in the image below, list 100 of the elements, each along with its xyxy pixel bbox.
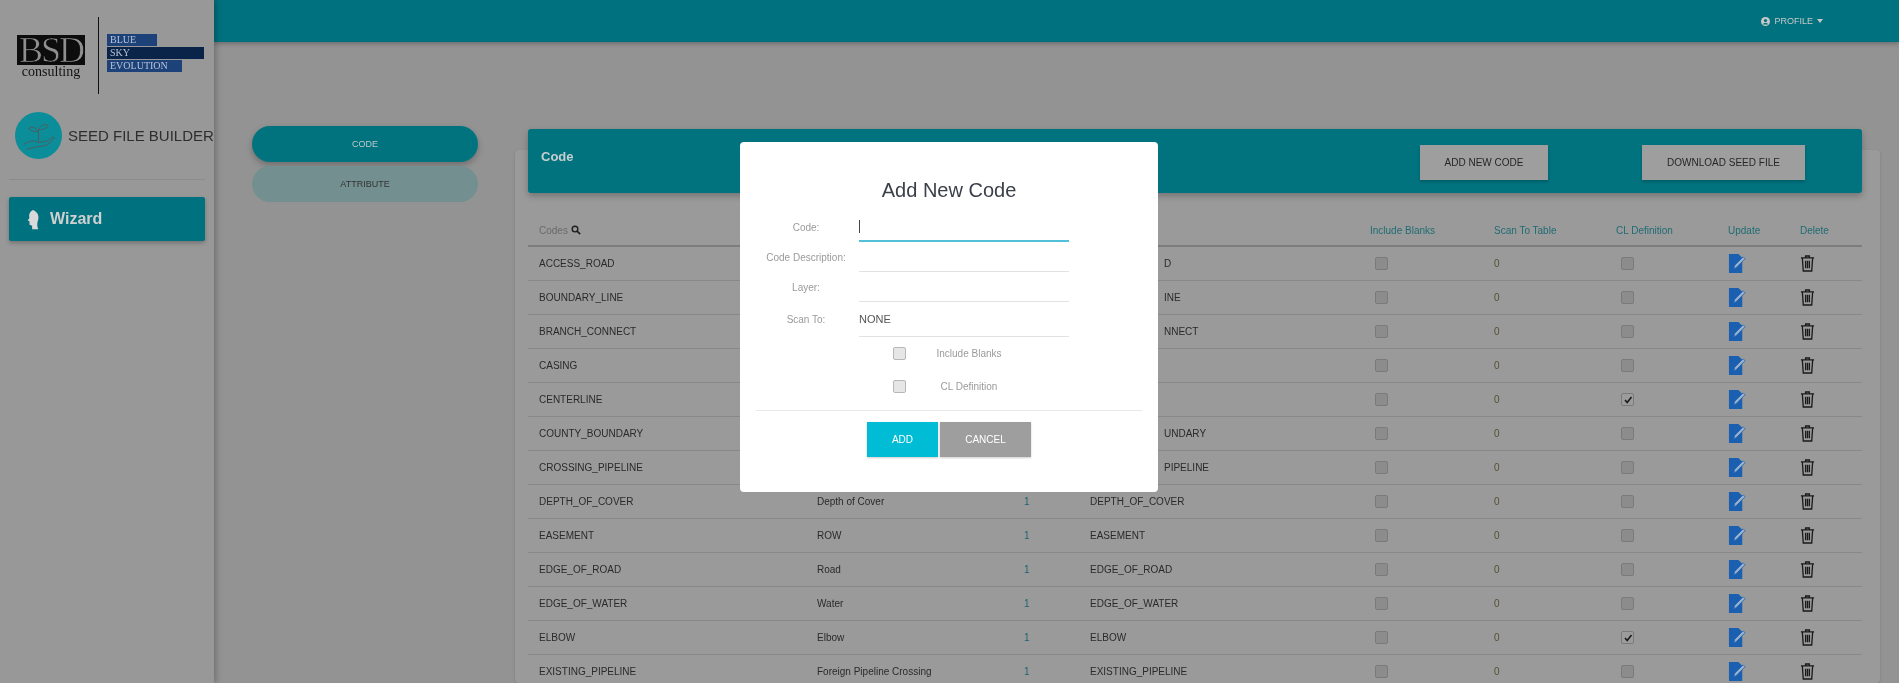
trash-icon[interactable] (1800, 255, 1815, 272)
table-cell: 0 (1494, 496, 1500, 507)
table-cell: EDGE_OF_WATER (539, 598, 628, 609)
checkbox-label: CL Definition (939, 381, 999, 392)
column-header: CL Definition (1616, 224, 1674, 236)
table-cell: 0 (1494, 530, 1500, 541)
trash-icon[interactable] (1800, 527, 1815, 544)
checkbox[interactable] (1375, 291, 1388, 304)
checkbox[interactable] (1621, 495, 1634, 508)
checkbox[interactable] (1375, 529, 1388, 542)
logo-subtitle: consulting (21, 65, 81, 79)
edit-icon[interactable] (1728, 491, 1747, 512)
checkbox[interactable] (1621, 461, 1634, 474)
caret-icon (1817, 19, 1823, 23)
edit-icon[interactable] (1728, 355, 1747, 376)
checkbox[interactable] (1621, 529, 1634, 542)
edit-icon[interactable] (1728, 525, 1747, 546)
trash-icon[interactable] (1800, 323, 1815, 340)
table-cell: 0 (1494, 462, 1500, 473)
checkbox[interactable] (1375, 257, 1388, 270)
edit-icon[interactable] (1728, 253, 1747, 274)
tab[interactable]: ATTRIBUTE (252, 166, 478, 202)
dialog-button[interactable]: CANCEL (940, 422, 1031, 457)
table-cell: 0 (1494, 428, 1500, 439)
checkbox[interactable] (1621, 631, 1634, 644)
column-header: Include Blanks (1370, 224, 1437, 236)
column-header: Delete (1800, 224, 1830, 236)
checkbox[interactable] (1375, 359, 1388, 372)
trash-icon[interactable] (1800, 459, 1815, 476)
checkbox[interactable] (893, 347, 906, 360)
checkbox[interactable] (1375, 427, 1388, 440)
app-title: SEED FILE BUILDER (68, 127, 214, 144)
trash-icon[interactable] (1800, 595, 1815, 612)
edit-icon[interactable] (1728, 661, 1747, 682)
table-cell: D (1164, 258, 1172, 269)
trash-icon[interactable] (1800, 629, 1815, 646)
edit-icon[interactable] (1728, 593, 1747, 614)
checkbox[interactable] (1621, 291, 1634, 304)
header-button[interactable]: DOWNLOAD SEED FILE (1642, 145, 1805, 180)
checkbox[interactable] (1621, 665, 1634, 678)
table-cell: Elbow (817, 632, 845, 643)
checkbox[interactable] (1621, 563, 1634, 576)
checkbox[interactable] (1375, 665, 1388, 678)
tab[interactable]: CODE (252, 126, 478, 162)
header-button[interactable]: ADD NEW CODE (1420, 145, 1548, 180)
table-cell: 0 (1494, 564, 1500, 575)
table-cell: DEPTH_OF_COVER (539, 496, 634, 507)
table-cell: BRANCH_CONNECT (539, 326, 637, 337)
checkbox[interactable] (1621, 257, 1634, 270)
trash-icon[interactable] (1800, 289, 1815, 306)
table-cell: 0 (1494, 258, 1500, 269)
logo-tagline: EVOLUTION (107, 60, 182, 72)
trash-icon[interactable] (1800, 391, 1815, 408)
checkbox[interactable] (1621, 359, 1634, 372)
checkbox[interactable] (1621, 597, 1634, 610)
logo-tagline: SKY (107, 47, 204, 59)
field-label: Scan To: (785, 314, 827, 325)
edit-icon[interactable] (1728, 423, 1747, 444)
table-cell: EDGE_OF_ROAD (1090, 564, 1173, 575)
checkbox[interactable] (1375, 495, 1388, 508)
table-cell: 1 (1024, 530, 1030, 541)
checkbox[interactable] (1621, 393, 1634, 406)
trash-icon[interactable] (1800, 663, 1815, 680)
checkbox[interactable] (1621, 427, 1634, 440)
checkbox[interactable] (1375, 597, 1388, 610)
checkbox[interactable] (893, 380, 906, 393)
table-cell: EDGE_OF_ROAD (539, 564, 622, 575)
table-cell: EXISTING_PIPELINE (539, 666, 637, 677)
column-header: Update (1728, 224, 1762, 236)
profile-menu[interactable]: PROFILE (1761, 16, 1823, 26)
edit-icon[interactable] (1728, 389, 1747, 410)
checkbox[interactable] (1375, 563, 1388, 576)
input-field[interactable]: NONE (859, 302, 1069, 337)
edit-icon[interactable] (1728, 627, 1747, 648)
trash-icon[interactable] (1800, 493, 1815, 510)
seedling-hand-icon (15, 112, 62, 159)
checkbox[interactable] (1375, 393, 1388, 406)
trash-icon[interactable] (1800, 425, 1815, 442)
checkbox[interactable] (1375, 325, 1388, 338)
search-icon[interactable] (570, 225, 581, 235)
table-cell: EDGE_OF_WATER (1090, 598, 1179, 609)
checkbox[interactable] (1375, 631, 1388, 644)
table-cell: EASEMENT (1090, 530, 1145, 541)
table-cell: 0 (1494, 360, 1500, 371)
table-cell: 0 (1494, 598, 1500, 609)
table-cell: 1 (1024, 564, 1030, 575)
field-label: Layer: (791, 281, 821, 293)
trash-icon[interactable] (1800, 561, 1815, 578)
edit-icon[interactable] (1728, 559, 1747, 580)
trash-icon[interactable] (1800, 357, 1815, 374)
user-icon (1761, 16, 1771, 26)
edit-icon[interactable] (1728, 321, 1747, 342)
checkbox[interactable] (1621, 325, 1634, 338)
field-label: Code: (791, 221, 821, 233)
checkbox[interactable] (1375, 461, 1388, 474)
dialog-button[interactable]: ADD (867, 422, 938, 457)
table-cell: COUNTY_BOUNDARY (539, 428, 644, 439)
sidebar-item[interactable]: Wizard (9, 197, 205, 241)
edit-icon[interactable] (1728, 287, 1747, 308)
edit-icon[interactable] (1728, 457, 1747, 478)
